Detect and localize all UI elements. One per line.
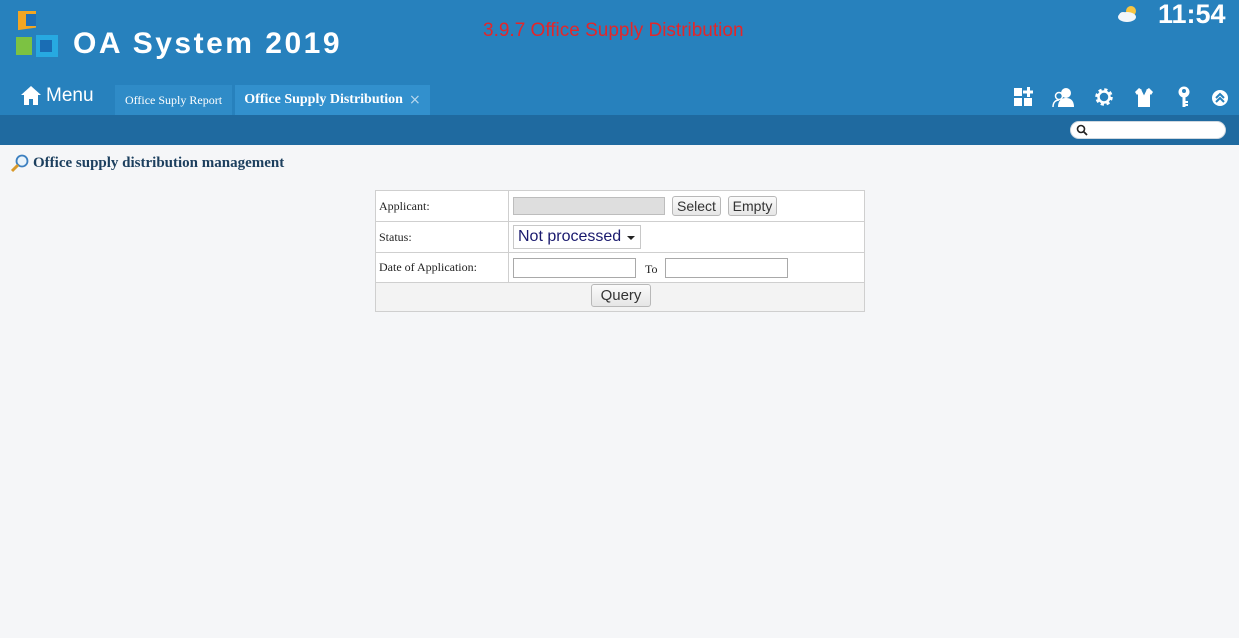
key-icon[interactable] — [1173, 86, 1195, 108]
weather-icon — [1118, 6, 1136, 22]
search-icon — [1076, 124, 1088, 136]
status-selected-value: Not processed — [518, 228, 622, 245]
applicant-field[interactable] — [513, 197, 665, 215]
menu-button[interactable]: Menu — [20, 82, 94, 110]
home-icon — [21, 86, 41, 105]
tab-office-supply-distribution[interactable]: Office Supply Distribution × — [235, 85, 430, 115]
tab-label: Office Suply Report — [124, 92, 223, 107]
app-header: OA System 2019 3.9.7 Office Supply Distr… — [0, 0, 1239, 115]
section-title: Office supply distribution management — [33, 154, 285, 171]
search-input[interactable] — [1090, 122, 1220, 138]
page-caption: 3.9.7 Office Supply Distribution — [483, 20, 744, 41]
applicant-label: Applicant: — [376, 191, 509, 221]
users-icon[interactable] — [1052, 86, 1074, 108]
query-button[interactable]: Query — [591, 284, 651, 307]
select-button[interactable]: Select — [672, 196, 721, 216]
dashboard-add-icon[interactable] — [1012, 86, 1034, 108]
to-label: To — [645, 262, 658, 276]
tab-close-icon[interactable]: × — [409, 92, 421, 108]
collapse-up-icon[interactable] — [1211, 89, 1229, 107]
form-row-date: Date of Application: To — [376, 253, 864, 283]
form-row-applicant: Applicant: Select Empty — [376, 191, 864, 222]
date-of-application-label: Date of Application: — [376, 253, 509, 282]
form-row-status: Status: Not processed — [376, 222, 864, 253]
empty-button[interactable]: Empty — [728, 196, 777, 216]
clock-time: 11:54 — [1158, 0, 1226, 29]
form-row-actions: Query — [376, 283, 864, 311]
tab-office-supply-report[interactable]: Office Suply Report — [115, 85, 232, 115]
tab-label: Office Supply Distribution — [244, 92, 403, 107]
date-from-input[interactable] — [513, 258, 636, 278]
menu-label: Menu — [46, 85, 94, 106]
query-form: Applicant: Select Empty Status: Not proc… — [375, 190, 865, 312]
status-label: Status: — [376, 222, 509, 252]
status-select[interactable]: Not processed — [513, 225, 641, 249]
app-title: OA System 2019 — [73, 27, 343, 60]
magnifier-icon — [10, 154, 29, 173]
section-heading: Office supply distribution management — [10, 153, 284, 173]
shirt-icon[interactable] — [1133, 86, 1155, 108]
date-to-input[interactable] — [665, 258, 788, 278]
sub-toolbar — [0, 115, 1239, 145]
settings-gear-icon[interactable] — [1093, 86, 1115, 108]
app-logo-icon — [16, 11, 58, 57]
chevron-down-icon — [627, 236, 635, 240]
